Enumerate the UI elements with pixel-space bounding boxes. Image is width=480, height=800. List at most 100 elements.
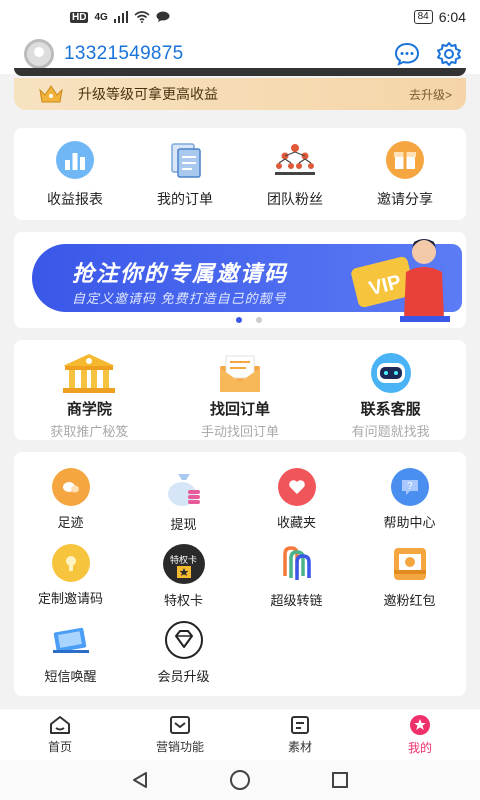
orders-icon [171,142,201,178]
feature-card: 商学院 获取推广秘笈 找回订单 手动找回订单 联系客服 有问题就找我 [14,340,466,440]
svg-text:?: ? [407,481,413,492]
link-icon [282,546,311,580]
feature-subtitle: 有问题就找我 [351,424,430,439]
tab-material[interactable]: 素材 [240,709,360,760]
carousel-dots [236,317,262,323]
privilege-card-icon: 特权卡 [162,544,205,584]
feature-title: 找回订单 [209,401,270,418]
banner-title: 抢注你的专属邀请码 [72,261,289,286]
grid-item-team-fans[interactable]: 团队粉丝 [247,140,343,209]
banner-subtitle: 自定义邀请码 免费打造自己的靓号 [72,291,287,306]
status-bar: HD 4G 84 6:04 [0,0,480,34]
service-label: 特权卡 [163,593,203,608]
upgrade-banner[interactable]: 升级等级可拿更高收益 去升级> [14,78,466,110]
home-icon [50,715,70,734]
tab-label: 首页 [47,739,72,754]
footprint-icon [51,468,90,506]
gear-icon[interactable] [436,41,462,67]
robot-icon [370,353,411,393]
service-favorites[interactable]: 收藏夹 [240,468,353,530]
academy-icon [63,354,116,393]
grid-item-label: 收益报表 [47,190,103,207]
wifi-icon [134,11,150,23]
team-icon [275,143,315,175]
service-privilege-card[interactable]: 特权卡 特权卡 [127,544,240,608]
signal-label: 4G [94,11,108,23]
service-label: 帮助中心 [383,515,436,530]
battery-indicator: 84 [413,10,433,24]
tab-marketing[interactable]: 营销功能 [120,709,240,760]
feature-academy[interactable]: 商学院 获取推广秘笈 [24,352,154,440]
feature-subtitle: 手动找回订单 [200,424,279,439]
service-label: 足迹 [57,515,84,530]
heart-icon [277,468,316,506]
chat-icon[interactable] [394,41,420,67]
service-label: 收藏夹 [276,515,316,530]
crown-icon [39,85,63,103]
home-button-icon[interactable] [229,769,251,791]
services-card: 足迹 提现 收藏夹 ? 帮助中心 定制邀请码 特权卡 特权卡 超级转链 邀粉红包 [14,452,466,696]
recents-icon[interactable] [330,770,350,790]
service-invite-red-packet[interactable]: 邀粉红包 [353,544,466,608]
carousel-dot[interactable] [236,317,242,323]
quick-actions-card: 收益报表 我的订单 团队粉丝 邀请分享 [14,128,466,220]
service-super-link[interactable]: 超级转链 [240,544,353,608]
material-icon [291,715,309,734]
service-label: 短信唤醒 [44,669,97,684]
tab-label: 营销功能 [155,739,204,754]
service-label: 定制邀请码 [37,591,103,606]
red-packet-icon [393,548,426,580]
tab-label: 我的 [407,740,432,755]
profile-icon [410,714,430,735]
sms-icon [52,627,89,653]
service-label: 邀粉红包 [383,593,436,608]
services-grid: 足迹 提现 收藏夹 ? 帮助中心 定制邀请码 特权卡 特权卡 超级转链 邀粉红包 [14,468,466,684]
avatar[interactable] [24,39,54,69]
service-label: 超级转链 [270,593,323,608]
grid-item-invite-share[interactable]: 邀请分享 [357,140,453,209]
carousel-dot[interactable] [256,317,262,323]
upgrade-link[interactable]: 去升级> [409,86,452,103]
service-label: 会员升级 [157,669,210,684]
service-withdraw[interactable]: 提现 [127,468,240,532]
feature-title: 商学院 [66,401,112,418]
feature-subtitle: 获取推广秘笈 [50,424,129,439]
feature-customer-service[interactable]: 联系客服 有问题就找我 [326,352,456,440]
clock: 6:04 [438,9,466,25]
system-nav-bar [0,760,480,800]
grid-item-label: 我的订单 [157,190,213,207]
money-bag-icon [167,474,200,506]
custom-code-icon [51,544,90,582]
feature-recover-order[interactable]: 找回订单 手动找回订单 [175,352,305,440]
grid-item-earnings-report[interactable]: 收益报表 [27,140,123,209]
privilege-card-badge: 特权卡 [169,554,197,565]
marketing-icon [170,715,190,734]
service-label: 提现 [170,517,197,532]
service-help-center[interactable]: ? 帮助中心 [353,468,466,530]
gift-icon [386,140,424,179]
signal-icon [113,11,128,23]
bottom-tab-bar: 首页 营销功能 素材 我的 [0,708,480,760]
help-icon: ? [390,468,429,506]
service-custom-code[interactable]: 定制邀请码 [14,544,127,606]
vip-illustration-icon: VIP [351,239,450,322]
back-icon[interactable] [130,770,150,790]
grid-item-label: 邀请分享 [377,190,433,207]
grid-item-my-orders[interactable]: 我的订单 [137,140,233,209]
service-sms-wakeup[interactable]: 短信唤醒 [14,620,127,684]
grid-item-label: 团队粉丝 [267,190,323,207]
card-edge [14,68,466,76]
tab-profile[interactable]: 我的 [360,709,480,760]
diamond-icon [164,621,203,659]
tab-home[interactable]: 首页 [0,709,120,760]
invite-code-banner[interactable]: 抢注你的专属邀请码 自定义邀请码 免费打造自己的靓号 VIP [14,232,466,328]
service-footprint[interactable]: 足迹 [14,468,127,530]
feature-title: 联系客服 [360,401,421,418]
tab-label: 素材 [287,739,312,754]
network-label: HD [70,11,89,23]
chart-icon [56,140,94,179]
envelope-icon [219,355,260,392]
phone-number: 13321549875 [64,43,184,64]
service-member-upgrade[interactable]: 会员升级 [127,620,240,684]
message-icon [156,11,170,22]
